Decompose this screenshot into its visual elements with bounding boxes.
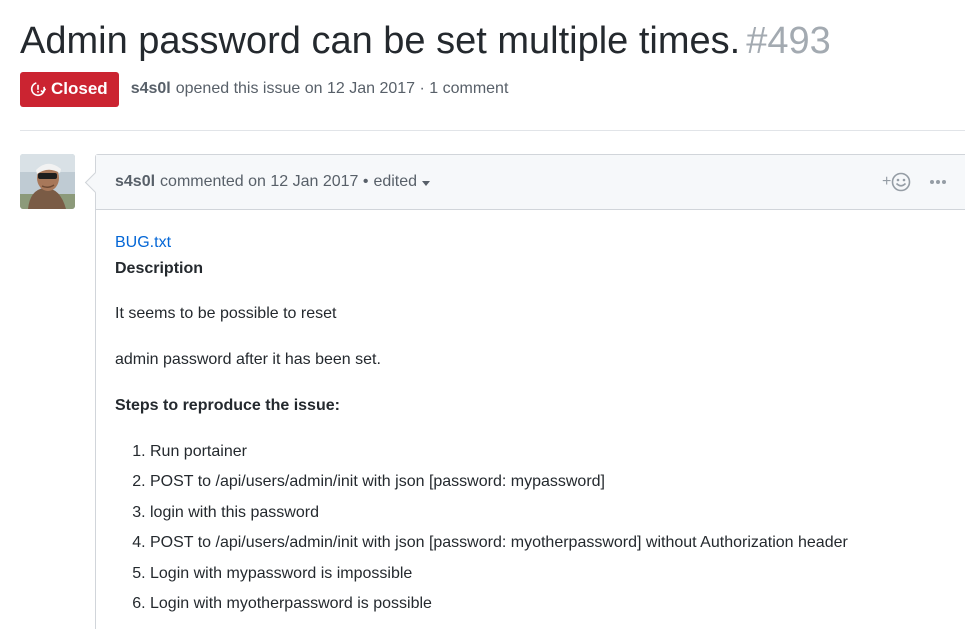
body-paragraph: admin password after it has been set. bbox=[115, 351, 381, 368]
comment-author-link[interactable]: s4s0l bbox=[115, 173, 155, 191]
attachment-link[interactable]: BUG.txt bbox=[115, 230, 955, 256]
header-divider bbox=[20, 130, 965, 131]
issue-author-link[interactable]: s4s0l bbox=[131, 80, 171, 98]
steps-heading: Steps to reproduce the issue: bbox=[115, 397, 340, 414]
add-reaction-button[interactable]: + bbox=[882, 172, 911, 192]
list-item: login with this password bbox=[150, 501, 955, 525]
status-badge: Closed bbox=[20, 71, 119, 107]
list-item: Login with mypassword is impossible bbox=[150, 562, 955, 586]
issue-number: #493 bbox=[746, 20, 831, 62]
issue-title-text: Admin password can be set multiple times… bbox=[20, 20, 741, 62]
list-item: Run portainer bbox=[150, 440, 955, 464]
list-item: Login with myotherpassword is possible bbox=[150, 592, 955, 616]
comment-header: s4s0l commented on 12 Jan 2017 • edited … bbox=[96, 155, 965, 210]
list-item: POST to /api/users/admin/init with json … bbox=[150, 531, 955, 555]
more-options-button[interactable] bbox=[929, 179, 947, 185]
steps-list: Run portainer POST to /api/users/admin/i… bbox=[115, 440, 955, 616]
chevron-down-icon bbox=[422, 180, 431, 186]
comment-actions: + bbox=[882, 155, 947, 209]
comment-meta-text: commented on 12 Jan 2017 • bbox=[160, 173, 369, 190]
kebab-horizontal-icon bbox=[930, 180, 947, 184]
avatar[interactable] bbox=[20, 154, 75, 209]
smiley-icon bbox=[892, 172, 911, 192]
edited-dropdown[interactable]: edited bbox=[373, 173, 431, 191]
avatar-image bbox=[20, 154, 75, 209]
edited-label: edited bbox=[373, 173, 418, 190]
reaction-plus-label: + bbox=[882, 173, 892, 190]
list-item: POST to /api/users/admin/init with json … bbox=[150, 470, 955, 494]
body-paragraph: It seems to be possible to reset bbox=[115, 305, 337, 322]
issue-closed-icon bbox=[30, 81, 46, 97]
description-heading: Description bbox=[115, 260, 204, 277]
comment-body: BUG.txt Description It seems to be possi… bbox=[96, 210, 965, 616]
comment-box: s4s0l commented on 12 Jan 2017 • edited … bbox=[95, 154, 965, 629]
issue-page: Admin password can be set multiple times… bbox=[0, 0, 965, 629]
issue-meta: Closed s4s0l opened this issue on 12 Jan… bbox=[20, 71, 508, 107]
issue-meta-text: opened this issue on 12 Jan 2017 · 1 com… bbox=[175, 80, 509, 97]
status-badge-label: Closed bbox=[51, 79, 108, 98]
issue-title: Admin password can be set multiple times… bbox=[20, 14, 831, 68]
